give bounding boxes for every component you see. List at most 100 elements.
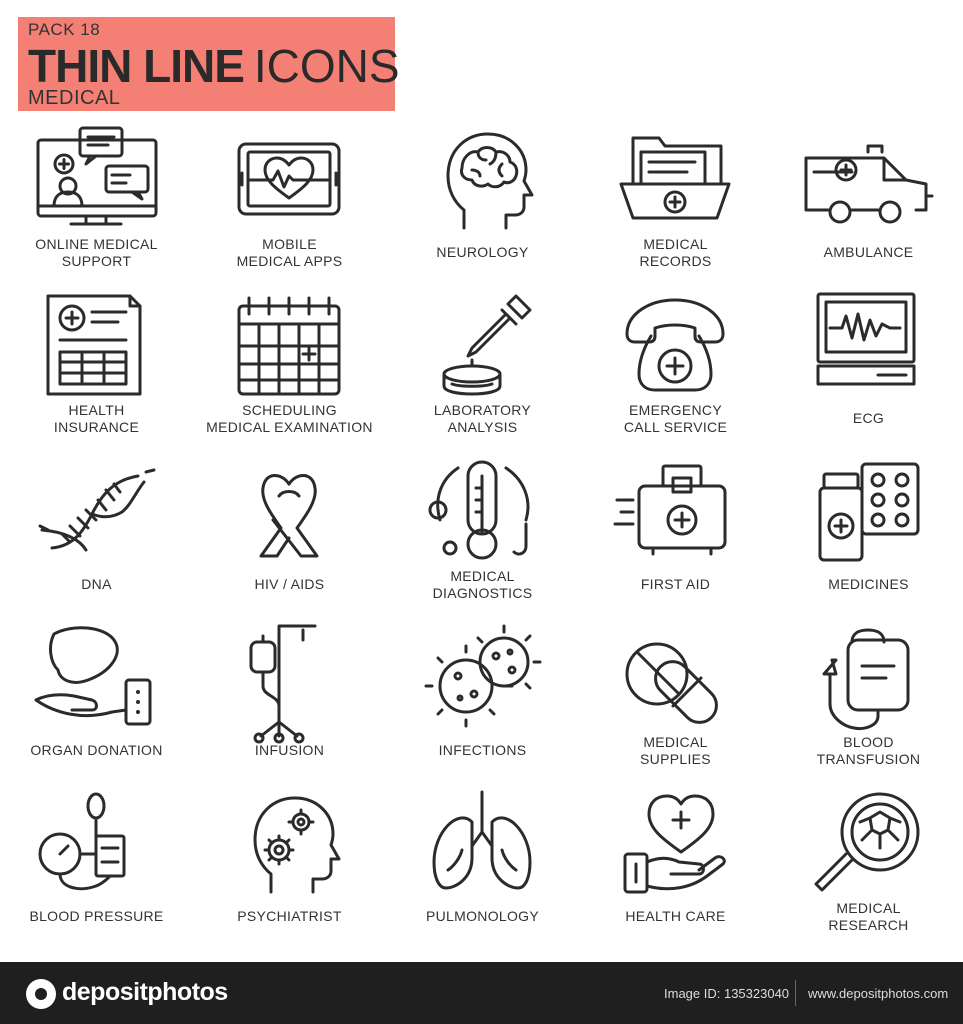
icon-label-line: INSURANCE [53,419,140,435]
insurance-document-icon [46,294,142,396]
icon-label: PSYCHIATRIST [193,908,386,925]
blood-bag-icon [822,628,910,730]
icon-label-line: CALL SERVICE [623,419,728,435]
lungs-icon [432,790,532,890]
icon-tile-medical-supplies: MEDICAL SUPPLIES [579,618,772,784]
monitor-chat-icon [36,126,158,226]
hand-heart-icon [623,794,726,894]
icon-tile-mobile-medical-apps: MOBILE MEDICAL APPS [193,120,386,286]
tonometer-icon [38,792,126,891]
icon-label-line: RESEARCH [828,917,909,933]
icon-label: MEDICAL RESEARCH [772,900,963,934]
icon-label: MOBILE MEDICAL APPS [193,236,386,270]
icon-label-line: AMBULANCE [823,244,914,260]
icon-grid: ONLINE MEDICAL SUPPORT MOBILE MEDICAL APPS… [0,120,963,955]
footer-brand: depositphotos [62,978,228,1006]
awareness-ribbon-icon [259,474,319,558]
icon-tile-blood-transfusion: BLOOD TRANSFUSION [772,618,963,784]
icon-label: BLOOD TRANSFUSION [772,734,963,768]
icon-tile-online-medical-support: ONLINE MEDICAL SUPPORT [0,120,193,286]
icon-tile-hiv-aids: HIV / AIDS [193,452,386,618]
folder-cross-icon [619,136,731,220]
first-aid-kit-icon [613,464,727,556]
icon-tile-ambulance: AMBULANCE [772,120,963,286]
icon-label-line: TRANSFUSION [816,751,921,767]
icon-tile-medicines: MEDICINES [772,452,963,618]
icon-label: NEUROLOGY [386,244,579,261]
icon-label-line: HEALTH [68,402,125,418]
icon-label: MEDICAL RECORDS [579,236,772,270]
icon-label: MEDICAL SUPPLIES [579,734,772,768]
footer-divider [795,980,796,1006]
icon-label-line: BLOOD [843,734,894,750]
icon-label: SCHEDULING MEDICAL EXAMINATION [193,402,386,436]
icon-tile-scheduling-medical-examination: SCHEDULING MEDICAL EXAMINATION [193,286,386,452]
icon-label: PULMONOLOGY [386,908,579,925]
icon-tile-medical-records: MEDICAL RECORDS [579,120,772,286]
icon-label-line: MEDICAL [643,236,708,252]
icon-label-line: DNA [81,576,112,592]
icon-label-line: PULMONOLOGY [426,908,539,924]
icon-label-line: MEDICAL APPS [236,253,343,269]
head-gears-icon [253,796,341,894]
pill-bottle-blister-icon [818,462,920,562]
title-bold: THIN LINE [28,40,245,92]
ecg-monitor-icon [816,292,916,386]
icon-label-line: HEALTH CARE [625,908,726,924]
icon-label-line: SUPPORT [61,253,132,269]
icon-label: INFUSION [193,742,386,759]
footer-image-id: Image ID: 135323040 [664,986,790,1001]
icon-tile-laboratory-analysis: LABORATORY ANALYSIS [386,286,579,452]
telephone-cross-icon [625,298,725,392]
icon-label: EMERGENCY CALL SERVICE [579,402,772,436]
head-brain-icon [446,132,534,230]
footer-bar: depositphotos Image ID: 135323040 www.de… [0,962,963,1024]
iv-stand-icon [249,624,317,744]
icon-label-line: MEDICAL [450,568,515,584]
icon-label: HIV / AIDS [193,576,386,593]
icon-tile-medical-diagnostics: MEDICAL DIAGNOSTICS [386,452,579,618]
icon-label: MEDICINES [772,576,963,593]
icon-label-line: DIAGNOSTICS [432,585,533,601]
icon-tile-medical-research: MEDICAL RESEARCH [772,784,963,950]
icon-label: ECG [772,410,963,427]
icon-label-line: FIRST AID [640,576,711,592]
title-light: ICONS [253,40,400,92]
icon-label-line: RECORDS [639,253,712,269]
icon-label-line: NEUROLOGY [436,244,529,260]
icon-label-line: MEDICINES [828,576,909,592]
icon-tile-pulmonology: PULMONOLOGY [386,784,579,950]
icon-label: MEDICAL DIAGNOSTICS [386,568,579,602]
icon-tile-infections: INFECTIONS [386,618,579,784]
icon-label-line: SUPPLIES [640,751,711,767]
icon-tile-psychiatrist: PSYCHIATRIST [193,784,386,950]
icon-label-line: LABORATORY [433,402,532,418]
icon-tile-infusion: INFUSION [193,618,386,784]
icon-tile-dna: DNA [0,452,193,618]
icon-tile-organ-donation: ORGAN DONATION [0,618,193,784]
icon-label: DNA [0,576,193,593]
calendar-icon [237,296,341,396]
icon-label-line: MEDICAL [836,900,901,916]
virus-icon [424,624,542,728]
pills-icon [625,642,718,724]
icon-label: FIRST AID [579,576,772,593]
icon-label: ONLINE MEDICAL SUPPORT [0,236,193,270]
icon-label-line: BLOOD PRESSURE [29,908,164,924]
banner-title: THIN LINE ICONS [28,39,400,93]
icon-label-line: ONLINE MEDICAL [35,236,158,252]
icon-label-line: HIV / AIDS [254,576,325,592]
icon-label-line: PSYCHIATRIST [237,908,342,924]
category-label: MEDICAL [28,87,121,109]
icon-label: ORGAN DONATION [0,742,193,759]
icon-label-line: MEDICAL [643,734,708,750]
pipette-dish-icon [442,294,532,396]
icon-label-line: ORGAN DONATION [30,742,163,758]
dna-helix-icon [38,468,156,552]
depositphotos-logo-icon [26,979,56,1009]
icon-label: BLOOD PRESSURE [0,908,193,925]
icon-label: INFECTIONS [386,742,579,759]
icon-label-line: INFUSION [254,742,325,758]
icon-label: AMBULANCE [772,244,963,261]
icon-tile-first-aid: FIRST AID [579,452,772,618]
